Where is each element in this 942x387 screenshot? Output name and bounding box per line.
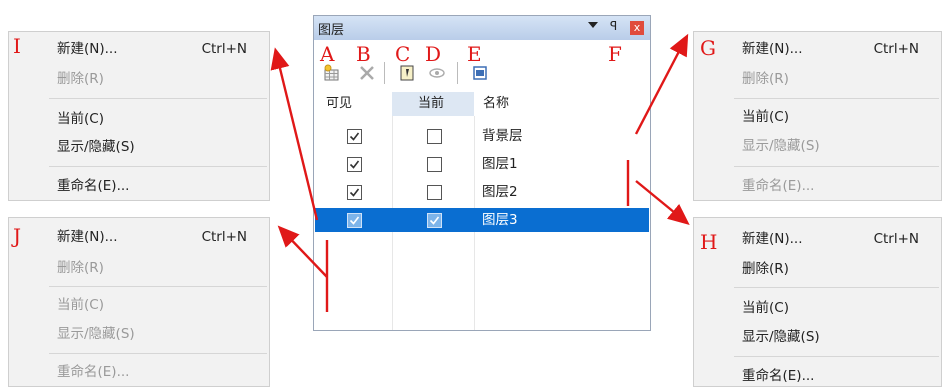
arrow-to-g: [634, 33, 689, 135]
arrow-to-i: [270, 47, 319, 221]
arrow-to-j: [277, 225, 328, 278]
annotation-arrows: [270, 33, 690, 312]
arrow-to-h: [635, 180, 690, 226]
